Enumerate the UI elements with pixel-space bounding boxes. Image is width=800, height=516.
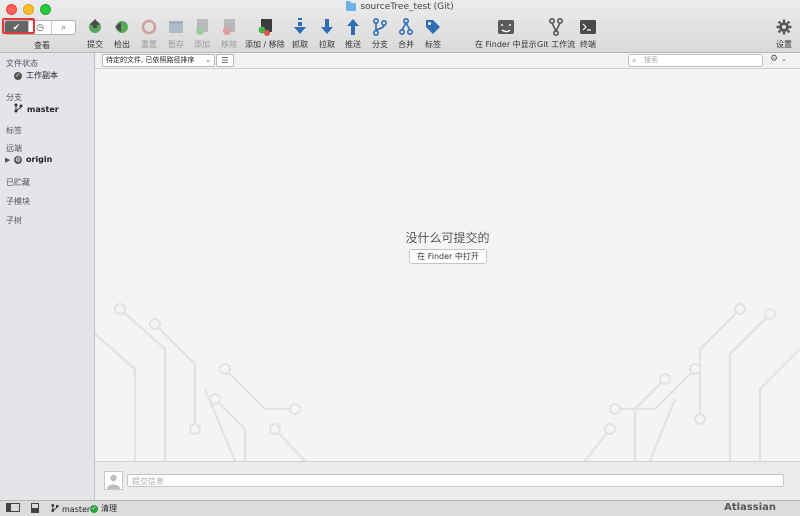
stash-box-icon: [167, 18, 185, 36]
terminal-icon: [579, 18, 597, 36]
atlassian-logo: Atlassian: [724, 502, 776, 513]
branch-icon: [51, 503, 59, 515]
remove-button[interactable]: 移除: [220, 18, 238, 50]
app-window: sourceTree_test (Git) ✔ ◷ ⌕ 查看 提交 检出 重置 …: [0, 0, 800, 516]
search-view-button[interactable]: ⌕: [52, 21, 75, 34]
list-view-button[interactable]: ☰: [216, 54, 234, 67]
globe-icon: ◍: [14, 155, 22, 164]
sidebar: 文件状态 ✓ 工作副本 分支 master 标签 远端 ▶ ◍ origin 已…: [0, 53, 95, 500]
commit-icon: [86, 18, 104, 36]
commit-message-input[interactable]: 提交信息: [127, 474, 784, 487]
fetch-icon: [291, 18, 309, 36]
drive-icon: [31, 503, 39, 515]
finder-icon: [497, 18, 515, 36]
terminal-button[interactable]: 终端: [579, 18, 597, 50]
chevron-down-icon: ⌄: [780, 55, 787, 63]
settings-button[interactable]: 设置: [775, 18, 793, 50]
search-icon: ⌕: [632, 56, 637, 65]
remove-icon: [220, 18, 238, 36]
merge-icon: [397, 18, 415, 36]
sidebar-heading-branches[interactable]: 分支: [6, 92, 22, 103]
list-icon: ☰: [221, 56, 229, 65]
main-content: 没什么可提交的 在 Finder 中打开: [95, 69, 800, 461]
status-branch: master: [51, 503, 90, 515]
circuit-background: [95, 303, 800, 461]
tag-icon: [424, 18, 442, 36]
checkmark-icon: ✓: [14, 71, 22, 80]
empty-state-message: 没什么可提交的: [405, 231, 490, 245]
window-title-text: sourceTree_test (Git): [360, 2, 454, 12]
check-circle-icon: ✓: [90, 504, 98, 513]
chevron-down-icon: ⌄: [205, 56, 211, 64]
repository-button[interactable]: [31, 503, 39, 515]
push-arrow-icon: [344, 18, 362, 36]
checkout-button[interactable]: 检出: [113, 18, 131, 50]
highlight-box: [2, 18, 35, 34]
gear-icon: [775, 18, 793, 36]
pull-arrow-icon: [318, 18, 336, 36]
add-remove-button[interactable]: 添加 / 移除: [245, 18, 285, 50]
user-silhouette-icon: [107, 474, 120, 489]
branch-icon: [371, 18, 389, 36]
sidebar-heading-tags[interactable]: 标签: [6, 125, 22, 136]
merge-button[interactable]: 合并: [397, 18, 415, 50]
status-bar: master ✓ 清理 Atlassian: [0, 500, 800, 516]
options-gear-button[interactable]: ⚙ ⌄: [770, 54, 787, 64]
sidebar-item-master[interactable]: master: [14, 103, 59, 115]
sidebar-heading-submodules[interactable]: 子模块: [6, 196, 30, 207]
show-in-finder-button[interactable]: 在 Finder 中显示: [475, 18, 537, 50]
window-title: sourceTree_test (Git): [0, 1, 800, 12]
open-in-finder-button[interactable]: 在 Finder 中打开: [409, 249, 487, 264]
sidebar-heading-stashes[interactable]: 已贮藏: [6, 177, 30, 188]
sidebar-heading-subtrees[interactable]: 子树: [6, 215, 22, 226]
tag-button[interactable]: 标签: [424, 18, 442, 50]
clock-icon: ◷: [36, 22, 44, 33]
reset-button[interactable]: 重置: [140, 18, 158, 50]
commit-bar: 提交信息: [95, 461, 800, 500]
toolbar: sourceTree_test (Git) ✔ ◷ ⌕ 查看 提交 检出 重置 …: [0, 0, 800, 53]
sidebar-item-working-copy[interactable]: ✓ 工作副本: [14, 70, 58, 81]
git-flow-button[interactable]: Git 工作流: [537, 18, 575, 50]
fetch-button[interactable]: 抓取: [291, 18, 309, 50]
branch-icon: [14, 103, 23, 115]
branch-button[interactable]: 分支: [371, 18, 389, 50]
sidebar-toggle-button[interactable]: [6, 503, 20, 514]
push-button[interactable]: 推送: [344, 18, 362, 50]
folder-icon: [346, 1, 357, 11]
git-flow-icon: [547, 18, 565, 36]
status-clean-badge: ✓ 清理: [90, 504, 117, 513]
gear-icon: ⚙: [770, 54, 779, 64]
add-icon: [193, 18, 211, 36]
view-label: 查看: [34, 41, 50, 50]
stash-button[interactable]: 暂存: [167, 18, 185, 50]
search-input[interactable]: ⌕ 搜索: [628, 54, 763, 67]
checkout-icon: [113, 18, 131, 36]
sidebar-item-origin[interactable]: ◍ origin: [14, 155, 52, 164]
add-button[interactable]: 添加: [193, 18, 211, 50]
file-filter-bar: 待定的文件, 已依照路径排序 ⌄ ☰ ⌕ 搜索 ⚙ ⌄: [95, 53, 800, 69]
sidebar-heading-file-status[interactable]: 文件状态: [6, 58, 38, 69]
disclosure-triangle-icon[interactable]: ▶: [5, 156, 10, 164]
sidebar-toggle-icon: [6, 503, 20, 514]
sort-select[interactable]: 待定的文件, 已依照路径排序 ⌄: [102, 54, 215, 67]
commit-button[interactable]: 提交: [86, 18, 104, 50]
sidebar-heading-remotes[interactable]: 远端: [6, 143, 22, 154]
pull-button[interactable]: 拉取: [318, 18, 336, 50]
avatar: [104, 471, 123, 490]
add-remove-icon: [256, 18, 274, 36]
search-icon: ⌕: [61, 22, 67, 33]
reset-icon: [140, 18, 158, 36]
